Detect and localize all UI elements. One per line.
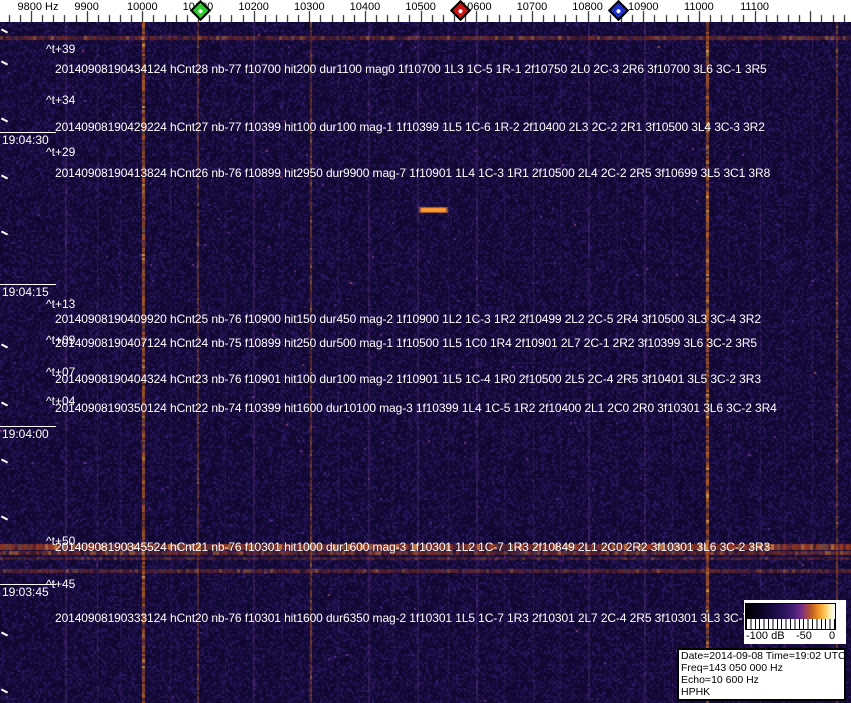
event-time-tag: ^t+29 — [46, 145, 76, 159]
info-station: HPHK — [681, 686, 711, 698]
event-data-line: 20140908190333124 hCnt20 nb-76 f10301 hi… — [55, 611, 775, 625]
info-box: Date=2014-09-08 Time=19:02 UTC Freq=143 … — [677, 648, 846, 701]
meteor-echo-spectrogram-window: 9800 Hz990010000101001020010300104001050… — [0, 0, 851, 703]
colorbar-label-mid: -50 — [796, 630, 812, 642]
time-tick-mark — [0, 343, 9, 349]
event-data-line: 20140908190413824 hCnt26 nb-76 f10899 hi… — [55, 166, 771, 180]
event-data-line: 20140908190429224 hCnt27 nb-77 f10399 hi… — [55, 120, 765, 134]
time-tick-mark — [0, 515, 9, 521]
event-time-tag: ^t+13 — [46, 297, 76, 311]
time-tick-mark — [0, 688, 9, 694]
info-frequency: Freq=143 050 000 Hz — [681, 662, 783, 674]
event-data-line: 20140908190434124 hCnt28 nb-77 f10700 hi… — [55, 62, 767, 76]
color-scale-ruler — [745, 619, 836, 630]
time-tick-mark — [0, 230, 9, 236]
info-date-time: Date=2014-09-08 Time=19:02 UTC — [681, 650, 846, 662]
time-tick-mark — [0, 631, 9, 637]
time-tick-mark — [0, 458, 9, 464]
color-scale-gradient-bar — [745, 603, 836, 620]
event-data-line: 20140908190407124 hCnt24 nb-75 f10899 hi… — [55, 336, 758, 350]
event-data-line: 20140908190350124 hCnt22 nb-74 f10399 hi… — [55, 401, 777, 415]
time-tick-mark — [0, 174, 9, 180]
time-tick-mark — [0, 28, 9, 34]
colorbar-label-min: -100 dB — [746, 630, 785, 642]
time-tick-mark — [0, 401, 9, 407]
event-data-line: 20140908190404324 hCnt23 nb-76 f10901 hi… — [55, 372, 761, 386]
time-label: 19:04:00 — [0, 426, 56, 441]
info-echo: Echo=10 600 Hz — [681, 674, 759, 686]
text-overlay-layer: 19:04:30 19:04:15 19:04:00 19:03:45 ^t+39 201… — [0, 0, 851, 703]
event-data-line: 20140908190345524 hCnt21 nb-76 f10301 hi… — [55, 540, 771, 554]
time-tick-mark — [0, 117, 9, 123]
color-scale-legend: -100 dB -50 0 — [744, 600, 846, 644]
event-time-tag: ^t+39 — [46, 42, 76, 56]
event-time-tag: ^t+34 — [46, 93, 76, 107]
event-time-tag: ^t+45 — [46, 577, 76, 591]
event-data-line: 20140908190409920 hCnt25 nb-76 f10900 hi… — [55, 312, 761, 326]
time-tick-mark — [0, 60, 9, 66]
colorbar-label-max: 0 — [829, 630, 836, 642]
